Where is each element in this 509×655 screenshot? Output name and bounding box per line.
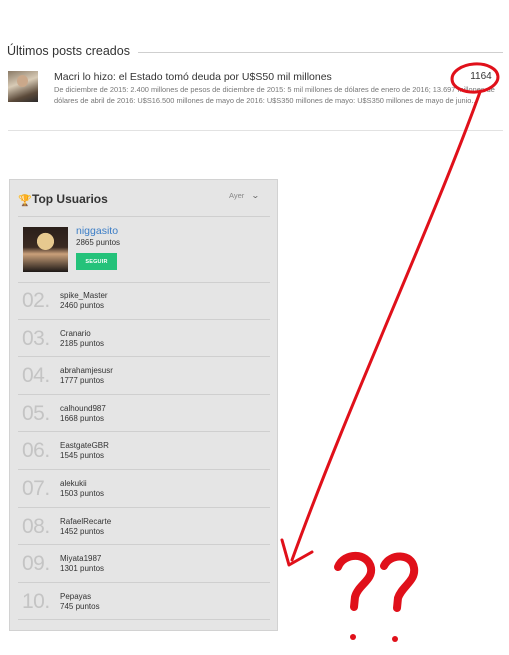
user-points: 1301 puntos (60, 564, 105, 574)
top-users-panel: 🏆 Top Usuarios Ayer ⌄ niggasito 2865 pun… (9, 179, 278, 631)
rank-number: 10. (22, 589, 50, 613)
post-title-link[interactable]: Macri lo hizo: el Estado tomó deuda por … (54, 71, 332, 83)
annotation-arrow-head (280, 538, 314, 567)
user-name-link[interactable]: EastgateGBR (60, 441, 109, 450)
question-mark-icon (380, 552, 419, 612)
user-name-link[interactable]: RafaelRecarte (60, 517, 111, 526)
latest-posts-header: Últimos posts creados (7, 42, 503, 60)
user-points: 1545 puntos (60, 451, 105, 461)
top-users-title: Top Usuarios (32, 192, 108, 206)
period-dropdown[interactable]: Ayer ⌄ (229, 191, 261, 200)
ranking-list: 02. spike_Master 2460 puntos 03. Cranari… (18, 282, 270, 621)
trophy-icon: 🏆 (18, 195, 32, 207)
user-name-link[interactable]: calhound987 (60, 404, 106, 413)
user-points: 1668 puntos (60, 413, 105, 423)
user-name-link[interactable]: abrahamjesusr (60, 366, 113, 375)
post-thumbnail[interactable] (8, 71, 38, 102)
post-excerpt: De diciembre de 2015: 2.400 millones de … (54, 85, 495, 105)
rank-number: 07. (22, 476, 50, 500)
ranking-row: 09. Miyata1987 1301 puntos (18, 545, 270, 583)
annotation-arrow-line (290, 90, 482, 562)
post-points-count: 1164 (470, 71, 492, 82)
ranking-row: 06. EastgateGBR 1545 puntos (18, 432, 270, 470)
top-user-card: niggasito 2865 puntos SEGUIR (18, 216, 270, 283)
user-points: 2460 puntos (60, 301, 105, 310)
user-name-link[interactable]: Miyata1987 (60, 554, 101, 563)
follow-button[interactable]: SEGUIR (76, 253, 117, 270)
ranking-row: 02. spike_Master 2460 puntos (18, 282, 270, 320)
rank-number: 03. (22, 326, 50, 350)
user-points: 745 puntos (60, 601, 100, 611)
rank-number: 05. (22, 401, 50, 425)
rank-number: 08. (22, 514, 50, 538)
question-dot (392, 636, 398, 642)
post-item[interactable]: Macri lo hizo: el Estado tomó deuda por … (8, 70, 503, 131)
question-mark-icon (334, 551, 376, 611)
user-points: 2185 puntos (60, 338, 105, 348)
question-dot (350, 634, 356, 640)
ranking-row: 03. Cranario 2185 puntos (18, 320, 270, 358)
ranking-row: 04. abrahamjesusr 1777 puntos (18, 357, 270, 395)
user-points: 1503 puntos (60, 488, 105, 498)
rank-number: 09. (22, 552, 50, 576)
period-value: Ayer (229, 191, 245, 200)
top-user-points: 2865 puntos (76, 238, 121, 247)
chevron-down-icon: ⌄ (251, 191, 261, 200)
user-points: 1777 puntos (60, 376, 105, 386)
header-divider (137, 51, 503, 53)
rank-number: 06. (22, 439, 50, 463)
top-users-header: 🏆 Top Usuarios Ayer ⌄ (18, 190, 270, 217)
latest-posts-title: Últimos posts creados (7, 44, 130, 58)
ranking-row: 08. RafaelRecarte 1452 puntos (18, 508, 270, 546)
rank-number: 02. (22, 289, 50, 312)
user-name-link[interactable]: Cranario (60, 329, 91, 338)
user-name-link[interactable]: Pepayas (60, 592, 91, 601)
top-user-name-link[interactable]: niggasito (76, 225, 118, 237)
avatar[interactable] (23, 227, 68, 272)
user-name-link[interactable]: spike_Master (60, 291, 108, 300)
user-points: 1452 puntos (60, 526, 105, 536)
ranking-row: 05. calhound987 1668 puntos (18, 395, 270, 433)
user-name-link[interactable]: alekukii (60, 479, 87, 488)
rank-number: 04. (22, 364, 50, 388)
ranking-row: 10. Pepayas 745 puntos (18, 583, 270, 621)
ranking-row: 07. alekukii 1503 puntos (18, 470, 270, 508)
